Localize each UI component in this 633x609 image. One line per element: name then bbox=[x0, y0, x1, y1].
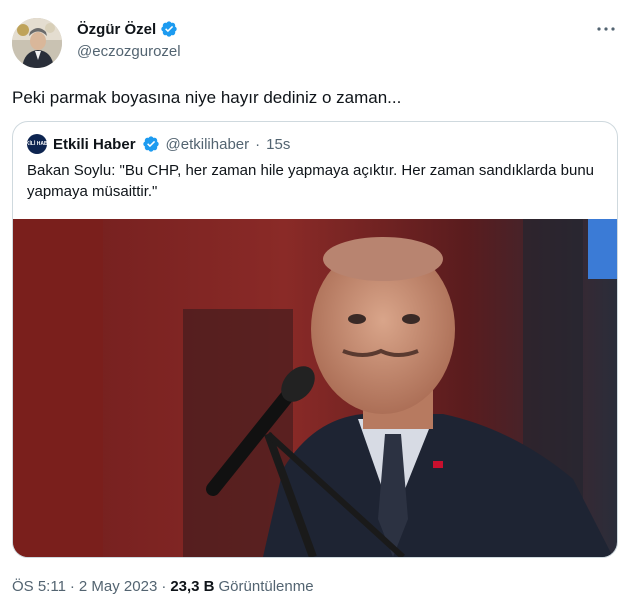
tweet-text: Peki parmak boyasına niye hayır dediniz … bbox=[12, 88, 402, 107]
separator-dot: · bbox=[255, 135, 261, 153]
author-name-row[interactable]: Özgür Özel bbox=[77, 20, 178, 38]
tweet-time[interactable]: ÖS 5:11 bbox=[12, 578, 66, 595]
quoted-avatar[interactable]: ETKİLİ HABER bbox=[20, 134, 55, 154]
author-handle[interactable]: @eczozgurozel bbox=[77, 43, 181, 60]
quoted-tweet-header: ETKİLİ HABER Etkili Haber @etkilihaber ·… bbox=[20, 134, 290, 154]
views-count: 23,3 B bbox=[170, 578, 215, 595]
verified-badge-icon bbox=[142, 136, 159, 152]
quoted-author-handle[interactable]: @etkilihaber bbox=[166, 136, 250, 153]
ellipsis-icon bbox=[597, 27, 615, 31]
author-name[interactable]: Özgür Özel bbox=[77, 21, 156, 38]
separator-dot: · bbox=[69, 578, 75, 595]
quoted-author-name[interactable]: Etkili Haber bbox=[53, 136, 136, 153]
quoted-tweet-text: Bakan Soylu: "Bu CHP, her zaman hile yap… bbox=[27, 162, 595, 200]
quoted-timestamp[interactable]: 15s bbox=[266, 136, 290, 153]
verified-badge-icon bbox=[161, 21, 177, 37]
separator-dot: · bbox=[161, 578, 167, 595]
quoted-tweet[interactable]: ETKİLİ HABER Etkili Haber @etkilihaber ·… bbox=[12, 121, 618, 558]
tweet-date[interactable]: 2 May 2023 bbox=[79, 578, 157, 595]
tweet-meta: ÖS 5:11 · 2 May 2023 · 23,3 B Görüntülen… bbox=[12, 578, 314, 595]
author-avatar[interactable] bbox=[12, 18, 62, 68]
quoted-avatar-label: ETKİLİ HABER bbox=[19, 140, 55, 147]
more-options-icon[interactable] bbox=[595, 18, 617, 40]
views-label: Görüntülenme bbox=[218, 578, 314, 595]
avatar-image bbox=[12, 18, 62, 68]
quoted-tweet-photo[interactable] bbox=[13, 219, 617, 557]
